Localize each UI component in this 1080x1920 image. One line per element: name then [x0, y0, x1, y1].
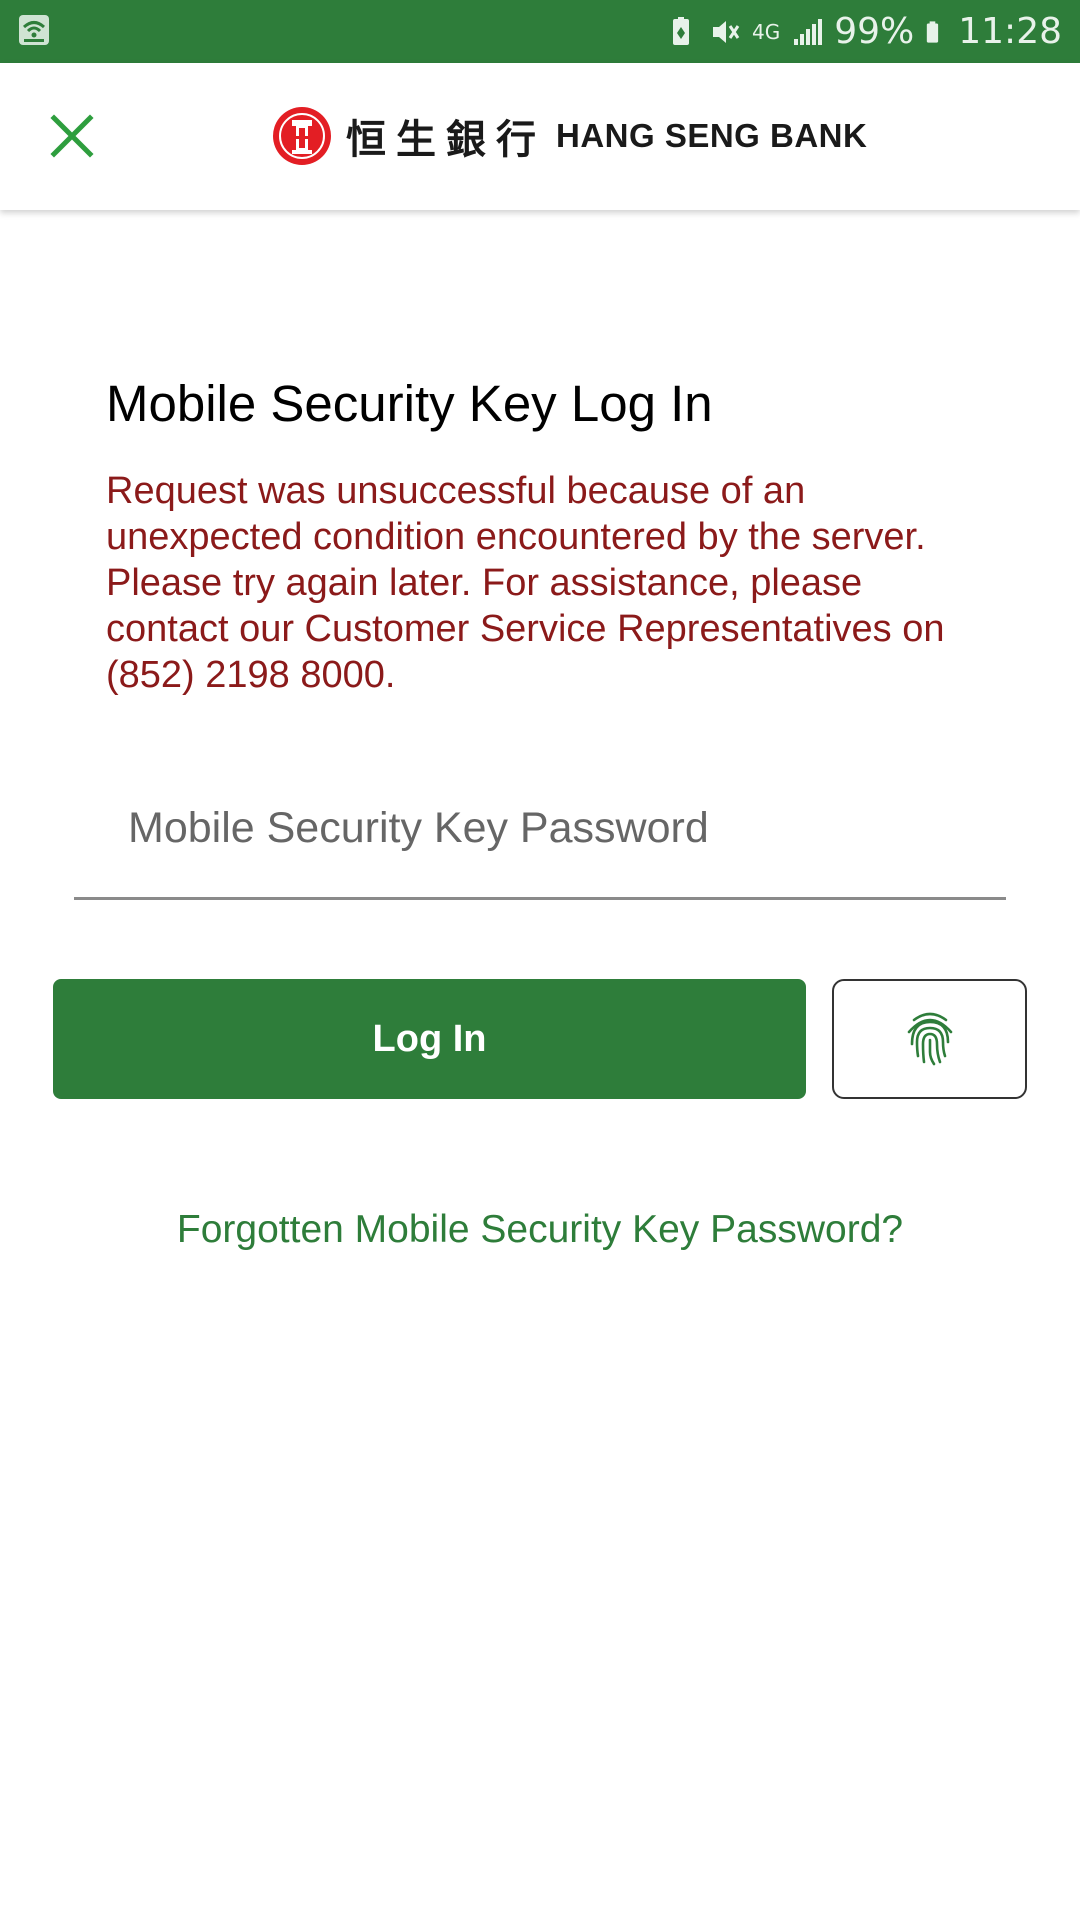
clock: 11:28 [958, 11, 1062, 52]
fingerprint-login-button[interactable] [832, 979, 1027, 1099]
page-title: Mobile Security Key Log In [106, 375, 713, 432]
brand-name-chinese: 恒生銀行 [346, 116, 546, 163]
network-type: 4G [752, 19, 781, 44]
brand-mark-icon [273, 107, 331, 165]
close-button[interactable] [46, 110, 98, 162]
password-input[interactable] [74, 780, 1006, 900]
status-bar: 4G 99% 11:28 [0, 0, 1080, 63]
signal-icon [794, 18, 823, 45]
wifi-calling-icon [19, 15, 49, 45]
mute-icon [713, 20, 740, 43]
app-bar: 恒生銀行 HANG SENG BANK [0, 63, 1080, 210]
login-button[interactable]: Log In [53, 979, 806, 1099]
battery-icon [927, 20, 939, 43]
brand-name-english: HANG SENG BANK [556, 117, 868, 154]
close-icon [50, 114, 94, 158]
fingerprint-icon [907, 1012, 952, 1066]
error-message: Request was unsuccessful because of an u… [106, 470, 945, 696]
battery-percent: 99% [834, 11, 915, 52]
battery-saver-icon [673, 16, 689, 45]
hang-seng-logo: 恒生銀行 HANG SENG BANK [272, 106, 867, 166]
forgot-password-link[interactable]: Forgotten Mobile Security Key Password? [0, 1208, 1080, 1252]
